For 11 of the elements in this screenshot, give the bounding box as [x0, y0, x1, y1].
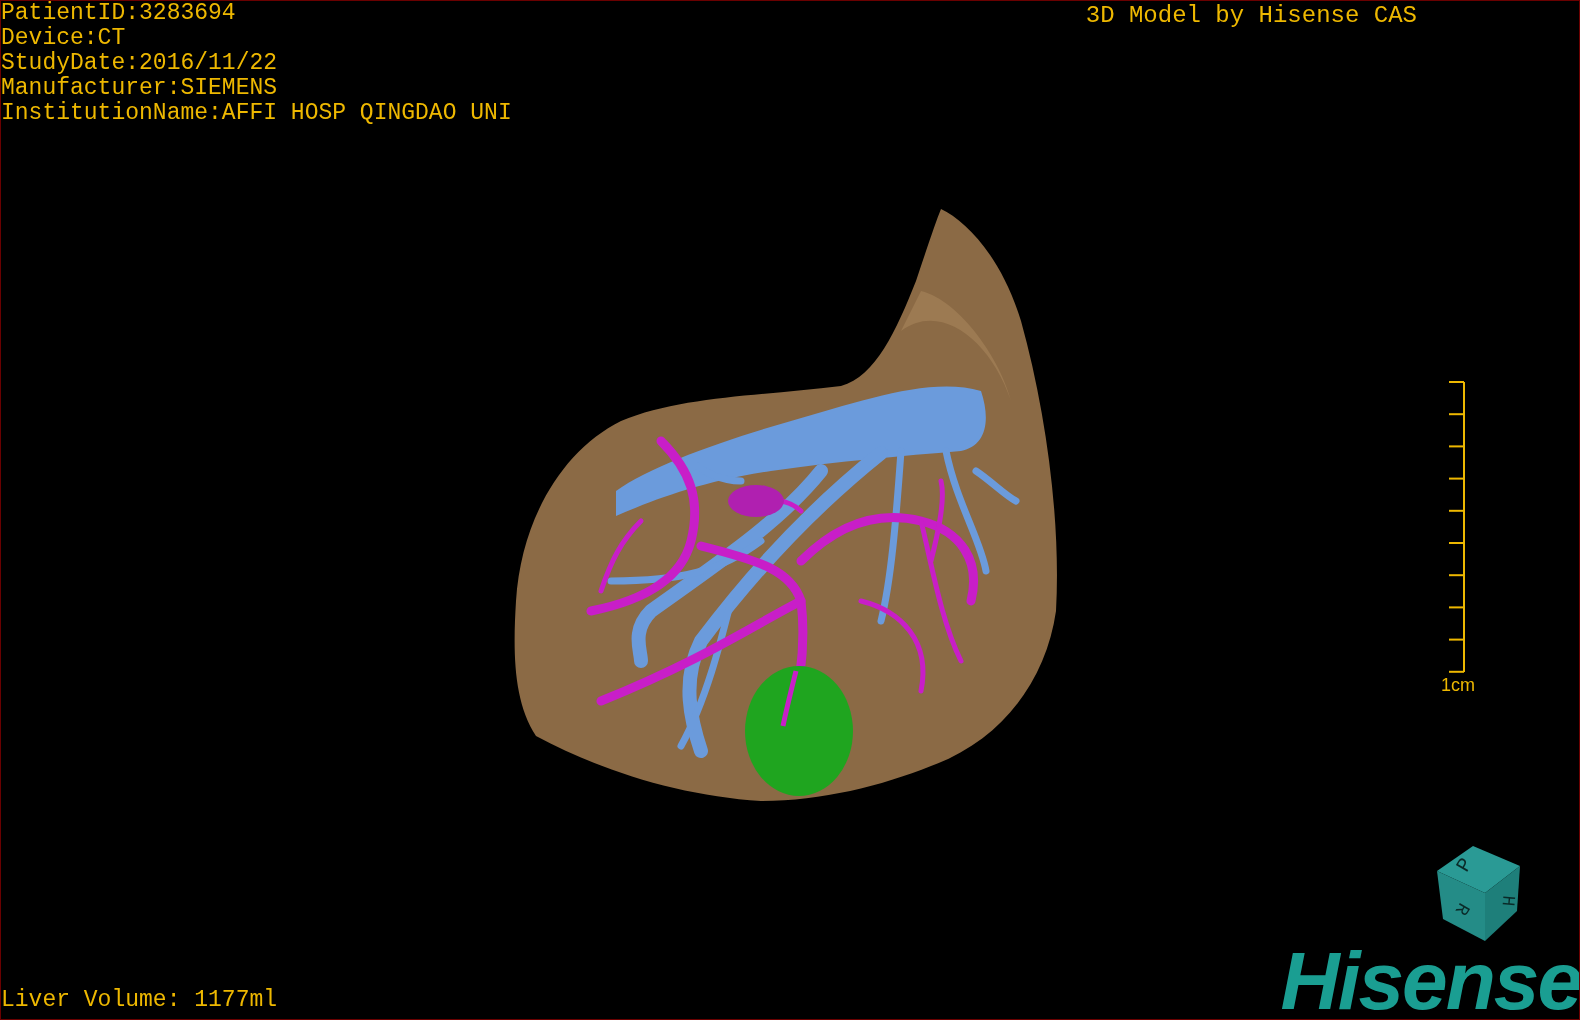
- patient-info-text: InstitutionName:AFFI HOSP QINGDAO UNI: [1, 101, 512, 126]
- patient-info-text: Manufacturer:SIEMENS: [1, 76, 279, 101]
- brand-logo: Hisense: [1280, 943, 1579, 1019]
- patient-info-text: Device:CT: [1, 26, 127, 51]
- viewer-title: 3D Model by Hisense CAS: [1085, 1, 1417, 31]
- orientation-cube-drawing[interactable]: P H R: [1425, 841, 1527, 943]
- patient-info-text: PatientID:3283694: [1, 1, 237, 26]
- patient-info-text: StudyDate:2016/11/22: [1, 51, 279, 76]
- liver-volume-text: Liver Volume: 1177ml: [1, 987, 278, 1013]
- scale-label: 1cm: [1441, 674, 1475, 697]
- scale-bar-icon: [1447, 381, 1467, 673]
